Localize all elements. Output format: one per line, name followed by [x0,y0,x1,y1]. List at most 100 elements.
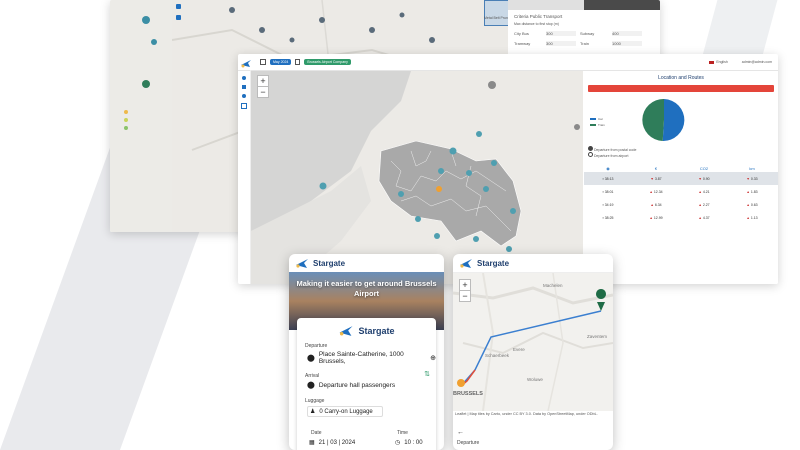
legend-label-train: Train [598,123,605,127]
row-co2: ▲ 4.37 [698,215,710,220]
app-logo[interactable] [240,56,252,68]
map-tiles [251,71,580,284]
pie-slice-car[interactable] [662,99,685,142]
table-row[interactable]: ▪ 38:13 ▼ 3.87 ▼ 0.90 ▼ 0.33 [584,172,778,185]
tab-train[interactable] [508,0,584,10]
km-value: 1.13 [750,215,758,220]
layers-icon[interactable] [176,4,181,9]
back-sidebar-map-strip [110,0,172,232]
date-field[interactable]: ▦ 21 | 03 | 2024 [309,439,355,447]
date-badge[interactable]: May 2024 [270,59,292,65]
route-icon[interactable] [242,85,246,89]
time-value: 34:19 [604,202,614,207]
phone-header: Stargate [453,254,613,273]
destination-marker[interactable] [596,289,607,311]
col-header-time-icon: ◉ [606,165,610,171]
legend-swatch-car [590,118,596,120]
km-value: 0.63 [750,202,758,207]
arrival-value: Departure hall passengers [318,381,396,389]
departure-value: Place Sainte-Catherine, 1000 Brussels, [318,351,404,365]
left-icon-rail [238,70,251,284]
row-co2: ▼ 0.90 [698,176,710,181]
transport-panel: Criteria Public Transport Max distance t… [508,0,660,60]
col-header-km: km [749,165,755,171]
brand-name: Stargate [477,258,510,268]
criteria-row: Tramway 300 Train 1000 [514,41,660,46]
clock-icon: ◷ [395,440,401,446]
table-row[interactable]: ▪ 38:25 ▲ 12.99 ▲ 4.37 ▲ 1.13 [584,211,778,224]
back-sidebar [110,0,172,232]
criteria-input[interactable]: 300 [546,41,576,46]
card-logo: Stargate [297,324,436,337]
zoom-out-button[interactable]: − [257,86,269,98]
belgium-map[interactable]: + − [251,71,583,284]
time-field[interactable]: ◷ 10 : 00 [395,439,423,447]
booking-card: Stargate Departure ⬤ Place Sainte-Cather… [297,318,436,450]
route-map-tiles: Machelen Zaventem Evere Schaerbeek Woluw… [453,273,613,411]
swap-icon[interactable]: ⇅ [424,370,430,378]
table-row[interactable]: ▪ 34:19 ▲ 6.34 ▲ 2.27 ▲ 0.63 [584,198,778,211]
max-distance-label: Max distance to first stop (m) [514,22,559,26]
route-icon[interactable] [176,15,181,20]
map-attribution[interactable]: Leaflet | Map tiles by Carto, under CC B… [455,412,611,417]
criteria-input[interactable]: 400 [612,31,642,36]
co2-value: 0.90 [702,176,710,181]
table-header: ◉ € CO2 km [584,164,778,172]
radio-label: Departure from airport [593,154,629,158]
plane-logo-icon [339,326,353,336]
thumbnail[interactable] [484,0,510,26]
departure-radio-group: Departure from postal code Departure fro… [588,146,778,158]
locate-icon[interactable]: ⊕ [430,354,436,362]
time-value: 38:25 [604,215,614,220]
pin-icon[interactable] [242,76,246,80]
pie-slice-train[interactable] [642,98,664,141]
criteria-label: Train [580,41,589,46]
row-co2: ▲ 4.21 [698,189,710,194]
departure-field[interactable]: ⬤ Place Sainte-Catherine, 1000 Brussels,… [307,351,436,365]
luggage-field[interactable]: ♟ 0 Carry-on Luggage [307,406,383,417]
routes-table: ◉ € CO2 km ▪ 38:13 ▼ 3.87 ▼ 0.90 ▼ 0.33 … [584,164,778,224]
luggage-label: Luggage [305,398,325,404]
back-arrow-icon[interactable]: ← [457,429,464,436]
arrival-field[interactable]: ⬤ Departure hall passengers [307,381,436,390]
pin-icon: ⬤ [307,382,315,389]
plane-logo-icon [241,60,251,68]
table-row[interactable]: ▪ 38:01 ▲ 12.34 ▲ 4.21 ▲ 1.83 [584,185,778,198]
row-km: ▼ 0.33 [746,176,758,181]
calendar-icon [260,59,266,65]
route-map[interactable]: Machelen Zaventem Evere Schaerbeek Woluw… [453,273,613,411]
origin-marker[interactable] [457,379,465,387]
back-sidebar-icons [176,4,184,20]
departure-label: Departure [457,440,480,446]
criteria-input[interactable]: 300 [546,31,576,36]
legend-label-car: Car [598,117,603,121]
time-value: 10 : 00 [404,439,423,446]
legend-swatch-train [590,124,596,126]
eur-value: 12.34 [653,189,663,194]
tab-bus[interactable] [584,0,660,10]
panel-title: Location and Routes [658,75,704,81]
phone-booking-screen: Stargate Making it easier to get around … [289,254,444,450]
row-km: ▲ 1.83 [746,189,758,194]
row-time: ▪ 38:01 [602,189,614,194]
cancel-selection-button[interactable]: Cancel selection [588,85,774,99]
dashboard-window: May 2024 Brussels Airport Company Englis… [238,54,778,284]
criteria-input[interactable]: 1000 [612,41,642,46]
doc-icon[interactable] [241,103,247,109]
row-time: ▪ 38:25 [602,215,614,220]
criteria-label: City Bus [514,31,529,36]
criteria-label: Subway [580,31,595,36]
radio-airport[interactable]: Departure from airport [588,152,778,158]
brand-name: Stargate [313,258,346,268]
phone-route-screen: Stargate Machelen Zaventem Evere Schaerb… [453,254,613,450]
zoom-out-button[interactable]: − [459,290,471,302]
user-email[interactable]: admin@admin.com [742,60,772,64]
row-eur: ▲ 6.34 [650,202,662,207]
language-select[interactable]: English [716,60,727,64]
row-km: ▲ 0.63 [746,202,758,207]
info-icon[interactable] [242,94,246,98]
card-brand-name: Stargate [358,325,395,336]
criteria-row: City Bus 300 Subway 400 [514,31,660,36]
org-badge[interactable]: Brussels Airport Company [304,59,351,65]
time-label: Time [397,430,408,436]
